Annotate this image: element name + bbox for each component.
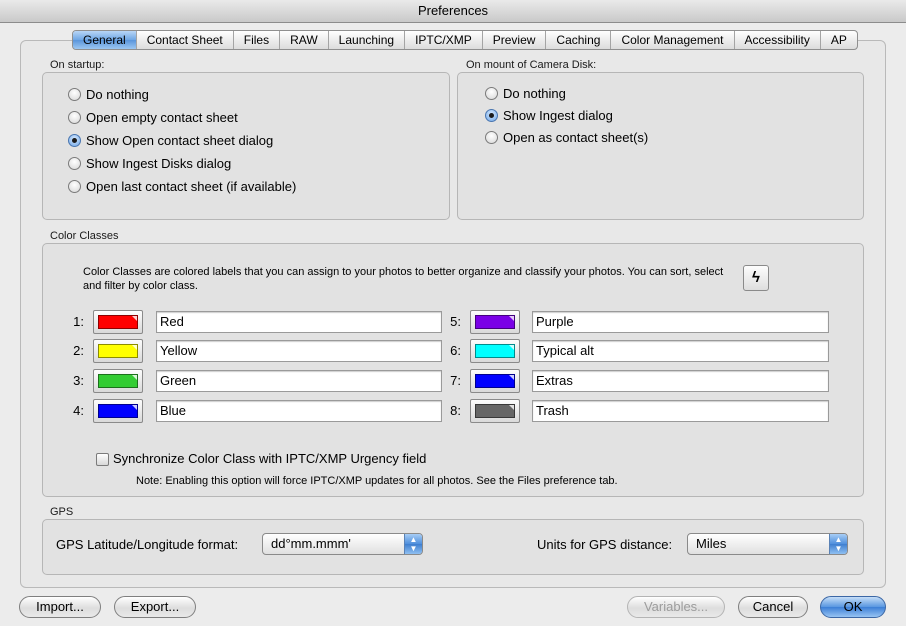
gps-format-label: GPS Latitude/Longitude format: [56,537,239,552]
color-class-number: 1: [73,314,84,329]
sync-color-class-checkbox[interactable] [96,453,109,466]
lightning-bolt-icon: ϟ [752,269,760,286]
gps-units-popup[interactable]: Miles ▲ ▼ [687,533,848,555]
tab-files[interactable]: Files [234,31,281,49]
color-class-2-swatch-button[interactable] [93,339,143,363]
tab-bar: General Contact Sheet Files RAW Launchin… [72,30,858,50]
color-class-number: 4: [73,403,84,418]
radio-selected-icon[interactable] [68,133,81,147]
lightning-bolt-button[interactable]: ϟ [743,265,769,291]
color-class-6-swatch-button[interactable] [470,339,520,363]
color-class-8-swatch-button[interactable] [470,399,520,423]
color-class-7-name-field[interactable]: Extras [532,370,829,392]
radio-icon[interactable] [68,156,81,170]
color-class-5-swatch-button[interactable] [470,310,520,334]
export-button[interactable]: Export... [114,596,196,618]
color-swatch [475,404,515,418]
tab-ap[interactable]: AP [821,31,857,49]
color-swatch [475,374,515,388]
tab-caching[interactable]: Caching [546,31,612,49]
color-class-6-name-field[interactable]: Typical alt [532,340,829,362]
window-title: Preferences [0,0,906,23]
color-class-number: 6: [450,343,461,358]
mount-option-show-ingest[interactable]: Show Ingest dialog [485,105,613,125]
color-class-4-swatch-button[interactable] [93,399,143,423]
color-class-5-name-field[interactable]: Purple [532,311,829,333]
startup-option-show-ingest[interactable]: Show Ingest Disks dialog [68,153,231,173]
radio-icon[interactable] [68,110,81,124]
color-class-number: 2: [73,343,84,358]
startup-group-label: On startup: [50,59,105,71]
radio-icon[interactable] [485,86,498,100]
variables-button[interactable]: Variables... [627,596,725,618]
color-class-number: 8: [450,403,461,418]
mount-option-open-contact-sheets[interactable]: Open as contact sheet(s) [485,127,648,147]
color-classes-group-label: Color Classes [50,230,119,242]
color-class-8-name-field[interactable]: Trash [532,400,829,422]
popup-arrows-icon: ▲ ▼ [404,534,422,554]
mount-group-label: On mount of Camera Disk: [466,59,597,71]
radio-icon[interactable] [485,130,498,144]
import-button[interactable]: Import... [19,596,101,618]
color-class-4-name-field[interactable]: Blue [156,400,442,422]
tab-general[interactable]: General [73,31,137,49]
popup-arrows-icon: ▲ ▼ [829,534,847,554]
color-swatch [475,315,515,329]
radio-icon[interactable] [68,87,81,101]
gps-group-label: GPS [50,506,74,518]
gps-format-popup[interactable]: dd°mm.mmm' ▲ ▼ [262,533,423,555]
color-swatch [98,315,138,329]
cancel-button[interactable]: Cancel [738,596,808,618]
tab-launching[interactable]: Launching [329,31,406,49]
startup-option-open-empty[interactable]: Open empty contact sheet [68,107,238,127]
gps-format-value: dd°mm.mmm' [271,536,351,551]
sync-note: Note: Enabling this option will force IP… [136,475,618,487]
tab-preview[interactable]: Preview [483,31,547,49]
color-swatch [475,344,515,358]
radio-icon[interactable] [68,179,81,193]
gps-units-value: Miles [696,536,727,551]
color-classes-description: Color Classes are colored labels that yo… [83,266,724,292]
color-swatch [98,374,138,388]
tab-raw[interactable]: RAW [280,31,329,49]
tab-accessibility[interactable]: Accessibility [735,31,821,49]
tab-iptc-xmp[interactable]: IPTC/XMP [405,31,483,49]
tab-color-management[interactable]: Color Management [611,31,735,49]
startup-option-open-last[interactable]: Open last contact sheet (if available) [68,176,296,196]
color-class-3-name-field[interactable]: Green [156,370,442,392]
color-class-2-name-field[interactable]: Yellow [156,340,442,362]
color-class-1-swatch-button[interactable] [93,310,143,334]
color-swatch [98,404,138,418]
sync-color-class-label: Synchronize Color Class with IPTC/XMP Ur… [113,451,427,466]
color-class-1-name-field[interactable]: Red [156,311,442,333]
mount-option-do-nothing[interactable]: Do nothing [485,83,566,103]
ok-button[interactable]: OK [820,596,886,618]
color-swatch [98,344,138,358]
startup-option-show-open-dialog[interactable]: Show Open contact sheet dialog [68,130,273,150]
color-class-7-swatch-button[interactable] [470,369,520,393]
startup-option-do-nothing[interactable]: Do nothing [68,84,149,104]
tab-contact-sheet[interactable]: Contact Sheet [137,31,234,49]
color-class-number: 7: [450,373,461,388]
gps-units-label: Units for GPS distance: [537,537,673,552]
radio-selected-icon[interactable] [485,108,498,122]
color-class-number: 3: [73,373,84,388]
color-class-3-swatch-button[interactable] [93,369,143,393]
color-class-number: 5: [450,314,461,329]
